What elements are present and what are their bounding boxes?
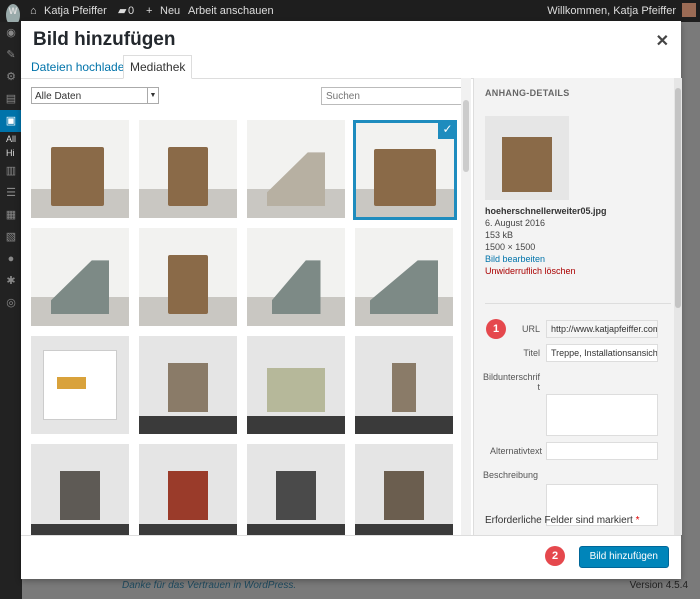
footer-thanks[interactable]: Danke für das Vertrauen in WordPress.	[122, 580, 296, 591]
details-thumbnail	[485, 116, 569, 200]
details-filename: hoeherschnellerweiter05.jpg	[485, 206, 607, 216]
media-icon[interactable]: ▣	[0, 110, 22, 132]
annotation-badge-1: 1	[486, 319, 506, 339]
admin-sidebar: ◉ ✎ ⚙ ▤ ▣ All Hi ▥ ☰ ▦ ▧ ● ✱ ◎	[0, 22, 22, 599]
footer-version: Version 4.5.4	[629, 580, 688, 591]
view-site-link[interactable]: Arbeit anschauen	[188, 0, 274, 22]
grid-scrollbar[interactable]	[461, 78, 471, 535]
check-icon[interactable]: ✓	[438, 123, 454, 139]
date-filter-value: Alle Daten	[35, 91, 82, 102]
plus-icon: +	[146, 5, 153, 17]
media-browser: Alle Daten ▼ ✓	[21, 78, 473, 535]
modal-toolbar: Bild hinzufügen	[21, 535, 681, 579]
date-filter-select[interactable]: Alle Daten ▼	[31, 87, 159, 104]
attachment-thumb[interactable]	[247, 228, 345, 326]
delete-permanently-link[interactable]: Unwiderruflich löschen	[485, 265, 607, 277]
required-note-text: Erforderliche Felder sind markiert	[485, 515, 633, 526]
attachment-thumb[interactable]	[31, 444, 129, 535]
details-scrollbar[interactable]	[674, 78, 682, 535]
attachment-thumb[interactable]	[247, 444, 345, 535]
attachment-thumb[interactable]	[31, 336, 129, 434]
greeting-link[interactable]: Willkommen, Katja Pfeiffer	[547, 0, 676, 22]
attachment-thumb[interactable]	[247, 120, 345, 218]
attachment-thumb[interactable]	[355, 444, 453, 535]
details-heading: ANHANG-DETAILS	[485, 88, 570, 98]
home-icon: ⌂	[30, 5, 37, 17]
pin-icon[interactable]: ✎	[0, 44, 22, 66]
title-field[interactable]: Treppe, Installationsansicht	[546, 344, 658, 362]
details-scrollbar-thumb[interactable]	[675, 88, 681, 308]
caption-field[interactable]	[546, 394, 658, 436]
caption-label: Bildunterschrift	[482, 372, 540, 392]
avatar[interactable]	[682, 3, 696, 17]
attachment-thumb[interactable]	[139, 120, 237, 218]
modal-title: Bild hinzufügen	[33, 29, 176, 50]
details-size: 153 kB	[485, 230, 514, 240]
tab-media-library[interactable]: Mediathek	[123, 55, 193, 79]
alt-text-field[interactable]	[546, 442, 658, 460]
annotation-badge-2: 2	[545, 546, 565, 566]
attachment-thumb[interactable]	[139, 228, 237, 326]
alt-text-label: Alternativtext	[489, 446, 542, 456]
sidebar-label-hi[interactable]: Hi	[0, 146, 22, 160]
insert-image-button[interactable]: Bild hinzufügen	[578, 546, 669, 568]
list-icon[interactable]: ☰	[0, 182, 22, 204]
required-star: *	[635, 515, 640, 526]
comments-count: 0	[128, 5, 135, 17]
tools-icon[interactable]: ✱	[0, 270, 22, 292]
details-meta: hoeherschnellerweiter05.jpg 6. August 20…	[485, 205, 607, 277]
comments-icon[interactable]: ▰	[118, 0, 126, 22]
details-date: 6. August 2016	[485, 218, 546, 228]
media-modal: Bild hinzufügen ✕ Dateien hochladen Medi…	[21, 21, 682, 579]
attachment-details: ANHANG-DETAILS hoeherschnellerweiter05.j…	[473, 78, 682, 535]
attachment-thumb-selected[interactable]: ✓	[353, 120, 457, 220]
plugins-icon[interactable]: ▧	[0, 226, 22, 248]
attachment-thumb[interactable]	[139, 444, 237, 535]
attachment-thumb[interactable]	[31, 120, 129, 218]
appearance-icon[interactable]: ▦	[0, 204, 22, 226]
edit-image-link[interactable]: Bild bearbeiten	[485, 253, 607, 265]
close-icon[interactable]: ✕	[656, 31, 669, 51]
title-label: Titel	[523, 348, 540, 358]
tab-upload-files[interactable]: Dateien hochladen	[25, 56, 137, 78]
required-note: Erforderliche Felder sind markiert *	[485, 515, 640, 526]
details-divider	[485, 303, 671, 304]
modal-tabs: Dateien hochladen Mediathek	[21, 52, 681, 79]
url-label: URL	[521, 324, 540, 334]
chevron-down-icon: ▼	[147, 88, 158, 103]
admin-bar: W ⌂ Katja Pfeiffer ▰ 0 + Neu Arbeit ansc…	[0, 0, 700, 26]
details-dimensions: 1500 × 1500	[485, 242, 536, 252]
sidebar-label-all[interactable]: All	[0, 132, 22, 146]
gear-icon[interactable]: ⚙	[0, 66, 22, 88]
settings-icon[interactable]: ◎	[0, 292, 22, 314]
new-link[interactable]: Neu	[160, 0, 180, 22]
site-name-link[interactable]: Katja Pfeiffer	[44, 0, 107, 22]
attachment-thumb[interactable]	[355, 336, 453, 434]
attachment-thumb[interactable]	[139, 336, 237, 434]
attachment-thumb[interactable]	[31, 228, 129, 326]
search-input[interactable]	[321, 87, 462, 105]
pages-icon[interactable]: ▥	[0, 160, 22, 182]
url-field[interactable]: http://www.katjapfeiffer.com	[546, 320, 658, 338]
dashboard-icon[interactable]: ◉	[0, 22, 22, 44]
attachment-thumb[interactable]	[247, 336, 345, 434]
attachment-thumb[interactable]	[355, 228, 453, 326]
users-icon[interactable]: ●	[0, 248, 22, 270]
comment-icon[interactable]: ▤	[0, 88, 22, 110]
description-label: Beschreibung	[482, 470, 538, 480]
grid-scrollbar-thumb[interactable]	[463, 100, 469, 172]
